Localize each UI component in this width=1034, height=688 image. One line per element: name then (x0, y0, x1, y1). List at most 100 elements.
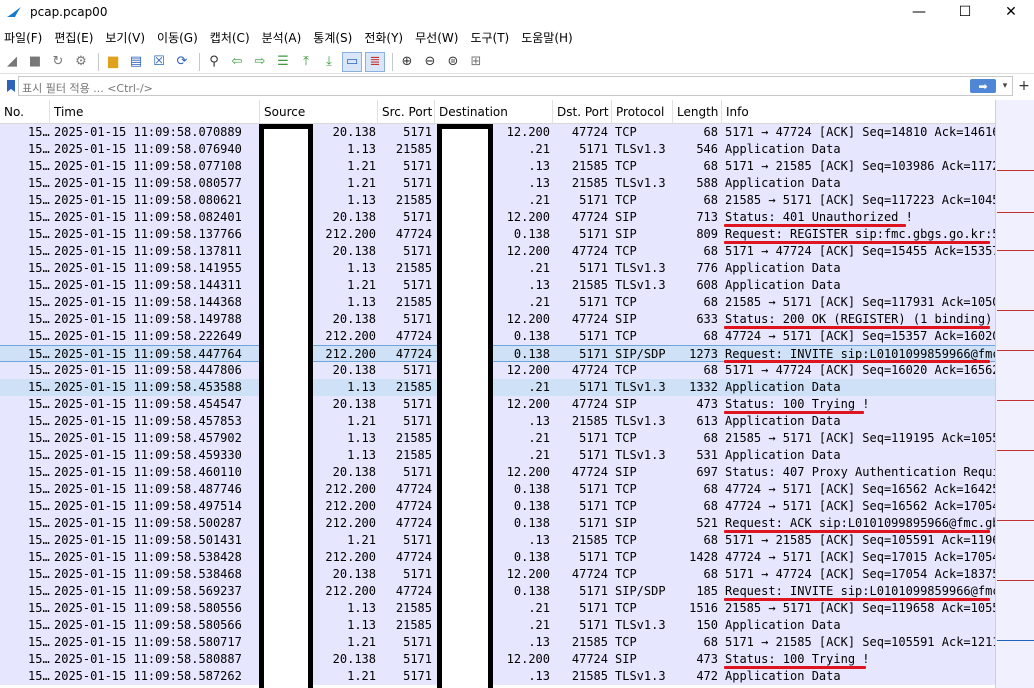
table-row[interactable]: 15… 2025-01-15 11:09:58.580556 1.13 21585.2… (0, 600, 995, 617)
table-row[interactable]: 15… 2025-01-15 11:09:58.076940 1.13 21585.2… (0, 141, 995, 158)
capture-options-icon[interactable]: ⚙ (71, 52, 91, 72)
table-row[interactable]: 15… 2025-01-15 11:09:58.538428 212.200 4772… (0, 549, 995, 566)
table-row[interactable]: 15… 2025-01-15 11:09:58.077108 1.21 5171.13… (0, 158, 995, 175)
cell-protocol: TLSv1.3 (615, 380, 666, 394)
cell-no: 15… (28, 499, 50, 513)
table-row[interactable]: 15… 2025-01-15 11:09:58.487746 212.200 4772… (0, 481, 995, 498)
table-row[interactable]: 15… 2025-01-15 11:09:58.080621 1.13 21585.2… (0, 192, 995, 209)
cell-time: 2025-01-15 11:09:58.447764 (54, 347, 242, 361)
menu-item-7[interactable]: 전화(Y) (360, 29, 407, 46)
reload-icon[interactable]: ⟳ (172, 52, 192, 72)
table-row[interactable]: 15… 2025-01-15 11:09:58.460110 20.138 5171 1… (0, 464, 995, 481)
table-row[interactable]: 15… 2025-01-15 11:09:58.497514 212.200 4772… (0, 498, 995, 515)
cell-length: 68 (703, 159, 718, 173)
find-packet-icon[interactable]: ⚲ (204, 52, 224, 72)
colorize-icon[interactable]: ≣ (365, 51, 385, 72)
cell-protocol: TCP (615, 431, 637, 445)
table-row[interactable]: 15… 2025-01-15 11:09:58.080577 1.21 5171.13… (0, 175, 995, 192)
table-row[interactable]: 15… 2025-01-15 11:09:58.447806 20.138 5171 1… (0, 362, 995, 379)
column-destination[interactable]: Destination (435, 100, 553, 124)
go-to-packet-icon[interactable]: ☰ (273, 52, 293, 72)
cell-length: 473 (696, 652, 718, 666)
menu-item-2[interactable]: 보기(V) (101, 29, 149, 46)
table-row[interactable]: 15… 2025-01-15 11:09:58.587262 1.21 5171.13… (0, 668, 995, 685)
cell-dst-port: 21585 (571, 533, 608, 547)
table-row[interactable]: 15… 2025-01-15 11:09:58.538468 20.138 5171 1… (0, 566, 995, 583)
column-no[interactable]: No. (0, 100, 50, 124)
menu-item-9[interactable]: 도구(T) (466, 29, 513, 46)
cell-time: 2025-01-15 11:09:58.222649 (54, 329, 242, 343)
table-row[interactable]: 15… 2025-01-15 11:09:58.070889 20.138 5171 1… (0, 124, 995, 141)
cell-dst-port: 5171 (579, 142, 608, 156)
resize-columns-icon[interactable]: ⊞ (466, 52, 486, 72)
column-protocol[interactable]: Protocol (612, 100, 673, 124)
cell-protocol: TLSv1.3 (615, 618, 666, 632)
cell-length: 68 (703, 244, 718, 258)
close-file-icon[interactable]: ☒ (149, 52, 169, 72)
table-row[interactable]: 15… 2025-01-15 11:09:58.457902 1.13 21585.2… (0, 430, 995, 447)
table-row[interactable]: 15… 2025-01-15 11:09:58.580566 1.13 21585.2… (0, 617, 995, 634)
table-row[interactable]: 15… 2025-01-15 11:09:58.457853 1.21 5171.13… (0, 413, 995, 430)
packet-list-header: No. Time Source Src. Port Destination Ds… (0, 100, 995, 124)
maximize-button[interactable]: ☐ (942, 0, 988, 24)
save-file-icon[interactable]: ▤ (126, 52, 146, 72)
autoscroll-icon[interactable]: ▭ (342, 51, 362, 72)
table-row[interactable]: 15… 2025-01-15 11:09:58.453588 1.13 21585.2… (0, 379, 995, 396)
cell-time: 2025-01-15 11:09:58.144368 (54, 295, 242, 309)
restart-icon[interactable]: ↻ (48, 52, 68, 72)
cell-length: 713 (696, 210, 718, 224)
close-button[interactable]: ✕ (988, 0, 1034, 24)
packet-minimap-scrollbar[interactable] (995, 100, 1034, 688)
table-row[interactable]: 15… 2025-01-15 11:09:58.141955 1.13 21585.2… (0, 260, 995, 277)
open-file-icon[interactable]: ▆ (103, 52, 123, 72)
go-back-icon[interactable]: ⇦ (227, 52, 247, 72)
menu-item-0[interactable]: 파일(F) (0, 29, 46, 46)
last-packet-icon[interactable]: ⤓ (319, 52, 339, 72)
table-row[interactable]: 15… 2025-01-15 11:09:58.580717 1.21 5171.13… (0, 634, 995, 651)
column-info[interactable]: Info (722, 100, 995, 124)
bookmark-icon[interactable] (5, 79, 17, 93)
filter-history-dropdown[interactable]: ▾ (999, 79, 1011, 93)
go-forward-icon[interactable]: ⇨ (250, 52, 270, 72)
zoom-in-icon[interactable]: ⊕ (397, 52, 417, 72)
red-underline-annotation (724, 360, 990, 363)
menu-item-10[interactable]: 도움말(H) (517, 29, 577, 46)
column-time[interactable]: Time (50, 100, 260, 124)
column-dst-port[interactable]: Dst. Port (553, 100, 612, 124)
table-row[interactable]: 15… 2025-01-15 11:09:58.459330 1.13 21585.2… (0, 447, 995, 464)
cell-src-port: 47724 (395, 329, 432, 343)
minimize-button[interactable]: — (896, 0, 942, 24)
shark-fin-start-icon[interactable]: ◢ (2, 52, 22, 72)
table-row[interactable]: 15… 2025-01-15 11:09:58.222649 212.200 4772… (0, 328, 995, 345)
apply-filter-button[interactable]: ➡ (970, 79, 996, 93)
zoom-normal-icon[interactable]: ⊜ (443, 52, 463, 72)
stop-icon[interactable]: ■ (25, 52, 45, 72)
display-filter-input[interactable]: 표시 필터 적용 ... <Ctrl-/> (18, 76, 1013, 96)
add-filter-button[interactable]: + (1017, 77, 1031, 95)
first-packet-icon[interactable]: ⤒ (296, 52, 316, 72)
cell-no: 15… (28, 278, 50, 292)
cell-protocol: SIP (615, 465, 637, 479)
table-row[interactable]: 15… 2025-01-15 11:09:58.144311 1.21 5171.13… (0, 277, 995, 294)
menu-item-4[interactable]: 캡처(C) (206, 29, 254, 46)
zoom-out-icon[interactable]: ⊖ (420, 52, 440, 72)
cell-no: 15… (28, 448, 50, 462)
menu-item-3[interactable]: 이동(G) (153, 29, 202, 46)
cell-no: 15… (28, 295, 50, 309)
menu-item-1[interactable]: 편집(E) (50, 29, 97, 46)
cell-time: 2025-01-15 11:09:58.580887 (54, 652, 242, 666)
cell-dst-port: 47724 (571, 244, 608, 258)
table-row[interactable]: 15… 2025-01-15 11:09:58.137811 20.138 5171 1… (0, 243, 995, 260)
column-source[interactable]: Source (260, 100, 378, 124)
column-src-port[interactable]: Src. Port (378, 100, 435, 124)
table-row[interactable]: 15… 2025-01-15 11:09:58.501431 1.21 5171.13… (0, 532, 995, 549)
red-underline-annotation (724, 326, 990, 329)
cell-length: 68 (703, 635, 718, 649)
menu-item-8[interactable]: 무선(W) (411, 29, 462, 46)
table-row[interactable]: 15… 2025-01-15 11:09:58.144368 1.13 21585.2… (0, 294, 995, 311)
red-underline-annotation (724, 598, 990, 601)
menu-item-5[interactable]: 분석(A) (258, 29, 306, 46)
column-length[interactable]: Length (673, 100, 722, 124)
menu-item-6[interactable]: 통계(S) (309, 29, 356, 46)
minimap-mark (997, 310, 1034, 311)
